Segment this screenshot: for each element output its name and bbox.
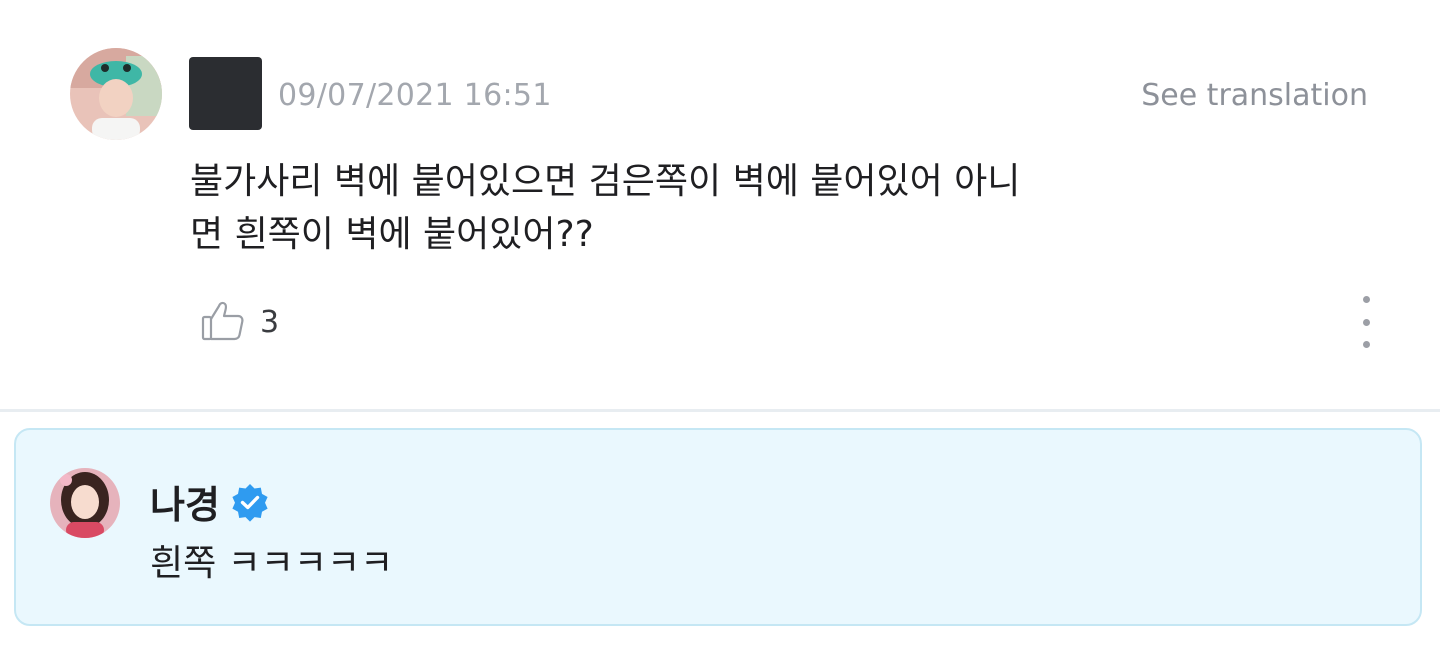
comment-text: 불가사리 벽에 붙어있으면 검은쪽이 벽에 붙어있어 아니 면 흰쪽이 벽에 붙… [190, 155, 1320, 261]
more-vertical-icon-dot [1362, 341, 1370, 348]
comment-text-line: 불가사리 벽에 붙어있으면 검은쪽이 벽에 붙어있어 아니 [190, 161, 1021, 202]
thumbs-up-icon [200, 297, 246, 347]
reply-author: 나경 [150, 474, 270, 529]
redacted-username [189, 57, 262, 130]
verified-badge-icon [230, 482, 270, 522]
see-translation-link[interactable]: See translation [1141, 78, 1368, 113]
divider [0, 409, 1440, 412]
reply-author-name[interactable]: 나경 [150, 474, 220, 529]
more-vertical-icon [1362, 296, 1370, 303]
more-options-button[interactable] [1351, 296, 1381, 348]
comment-timestamp: 09/07/2021 16:51 [278, 78, 552, 113]
reply-text: 흰쪽 ㅋㅋㅋㅋㅋ [150, 543, 394, 584]
comment-text-line: 면 흰쪽이 벽에 붙어있어?? [190, 214, 594, 255]
comment: 09/07/2021 16:51 See translation 불가사리 벽에… [0, 0, 1440, 410]
like-count: 3 [260, 304, 280, 340]
reply-author-avatar[interactable] [50, 468, 120, 538]
like-button[interactable]: 3 [200, 298, 279, 346]
more-vertical-icon-dot [1362, 318, 1370, 326]
commenter-avatar[interactable] [70, 48, 162, 140]
comment-thread: 09/07/2021 16:51 See translation 불가사리 벽에… [0, 0, 1440, 649]
artist-reply-card: 나경 흰쪽 ㅋㅋㅋㅋㅋ [14, 428, 1422, 626]
